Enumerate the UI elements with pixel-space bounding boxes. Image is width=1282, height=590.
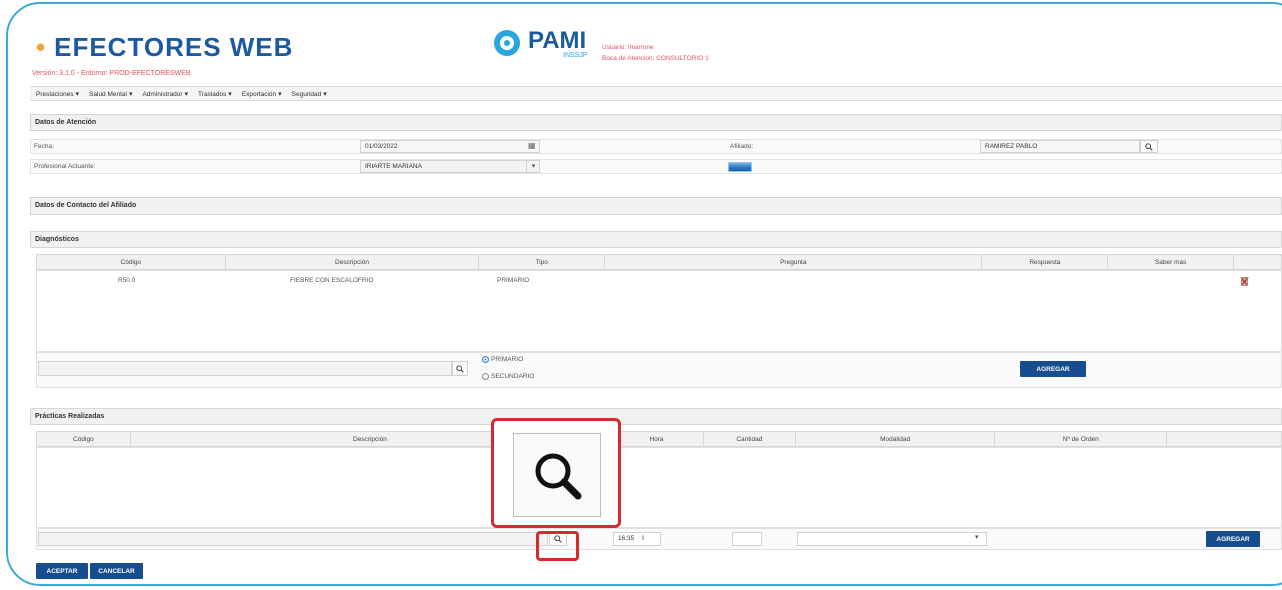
app-brand: • EFECTORES WEB [36, 32, 294, 62]
user-info: Usuario: lmarrone Boca de Atencion: CONS… [602, 42, 709, 64]
col-respuesta: Respuesta [982, 255, 1109, 269]
radio-off-icon [482, 373, 489, 380]
version-text: Versión: 3.1.0 - Entorno: PROD-EFECTORES… [32, 70, 191, 77]
diag-agregar-button[interactable]: AGREGAR [1020, 361, 1086, 377]
col-tipo: Tipo [479, 255, 606, 269]
col-cantidad: Cantidad [704, 432, 796, 446]
main-menu: Prestaciones Salud Mental Administrador … [30, 86, 1282, 101]
inssjp-text: INSSJP [563, 52, 588, 59]
search-icon [1145, 142, 1153, 151]
afiliado-label: Afiliado: [730, 143, 754, 150]
cancelar-button[interactable]: CANCELAR [90, 563, 143, 579]
diagnosticos-table-body [36, 270, 1282, 352]
col-nro-orden: Nº de Orden [995, 432, 1168, 446]
diag-row-descripcion: FIEBRE CON ESCALOFRIO [290, 277, 374, 284]
radio-on-icon [482, 356, 489, 363]
profesional-select[interactable]: IRIARTE MARIANA [360, 160, 540, 173]
col-hora: Hora [610, 432, 704, 446]
menu-exportacion[interactable]: Exportación [242, 90, 282, 98]
col-modalidad: Modalidad [796, 432, 996, 446]
diag-row-tipo: PRIMARIO [497, 277, 530, 284]
user-name: Usuario: lmarrone [602, 44, 654, 51]
row-profesional [30, 159, 1282, 174]
zoomed-search-button [513, 433, 601, 517]
section-diagnosticos: Diagnósticos [30, 231, 1282, 248]
boca-atencion: Boca de Atencion: CONSULTORIO 1 [602, 55, 709, 62]
col-descripcion: Descripción [226, 255, 480, 269]
zoom-callout [491, 418, 621, 528]
diag-row-codigo: R50.0 [118, 277, 136, 284]
menu-traslados[interactable]: Traslados [198, 90, 232, 98]
menu-administrador[interactable]: Administrador [142, 90, 188, 98]
radio-primario[interactable]: PRIMARIO [482, 356, 523, 363]
afiliado-input[interactable]: RAMIREZ PABLO [980, 140, 1140, 153]
pami-circle-icon [494, 30, 520, 56]
modalidad-select[interactable] [797, 532, 987, 546]
section-practicas: Prácticas Realizadas [30, 408, 1282, 425]
chevron-down-icon[interactable]: ▾ [975, 533, 979, 541]
col-saber-mas: Saber más [1108, 255, 1235, 269]
practicas-table-header: Código Descripción Hora Cantidad Modalid… [36, 431, 1282, 447]
afiliado-search-button[interactable] [1140, 140, 1158, 153]
chevron-down-icon[interactable]: ▾ [526, 160, 540, 173]
menu-seguridad[interactable]: Seguridad [292, 90, 327, 98]
fecha-label: Fecha: [34, 143, 54, 150]
section-datos-atencion: Datos de Atención [30, 114, 1282, 131]
menu-prestaciones[interactable]: Prestaciones [36, 90, 79, 98]
profesional-label: Profesional Actuante: [34, 163, 96, 170]
credential-card-icon[interactable] [728, 162, 752, 172]
diagnostico-search-button[interactable] [452, 361, 468, 376]
col-codigo: Código [37, 255, 226, 269]
diagnostico-search-input[interactable] [38, 361, 452, 376]
col-pregunta: Pregunta [605, 255, 983, 269]
search-icon [535, 453, 582, 500]
delete-row-icon[interactable] [1240, 276, 1249, 288]
practicas-table-body [36, 447, 1282, 528]
trash-icon [1240, 277, 1249, 286]
hora-input[interactable]: 16:35 ⇕ [613, 532, 661, 546]
practica-agregar-button[interactable]: AGREGAR [1206, 531, 1260, 547]
highlight-search-button [536, 531, 579, 561]
col-codigo: Código [37, 432, 131, 446]
menu-salud-mental[interactable]: Salud Mental [89, 90, 132, 98]
search-icon [456, 364, 464, 373]
cantidad-input[interactable] [732, 532, 762, 546]
col-actions [1167, 432, 1281, 446]
practica-search-input[interactable] [38, 532, 548, 546]
calendar-icon[interactable]: ▦ [528, 141, 536, 150]
fecha-input[interactable]: 01/03/2022 [360, 140, 540, 153]
radio-secundario[interactable]: SECUNDARIO [482, 373, 534, 380]
col-actions [1234, 255, 1281, 269]
section-datos-contacto[interactable]: Datos de Contacto del Afiliado [30, 197, 1282, 215]
spinner-icon[interactable]: ⇕ [640, 535, 645, 542]
diagnosticos-table-header: Código Descripción Tipo Pregunta Respues… [36, 254, 1282, 270]
aceptar-button[interactable]: ACEPTAR [36, 563, 88, 579]
